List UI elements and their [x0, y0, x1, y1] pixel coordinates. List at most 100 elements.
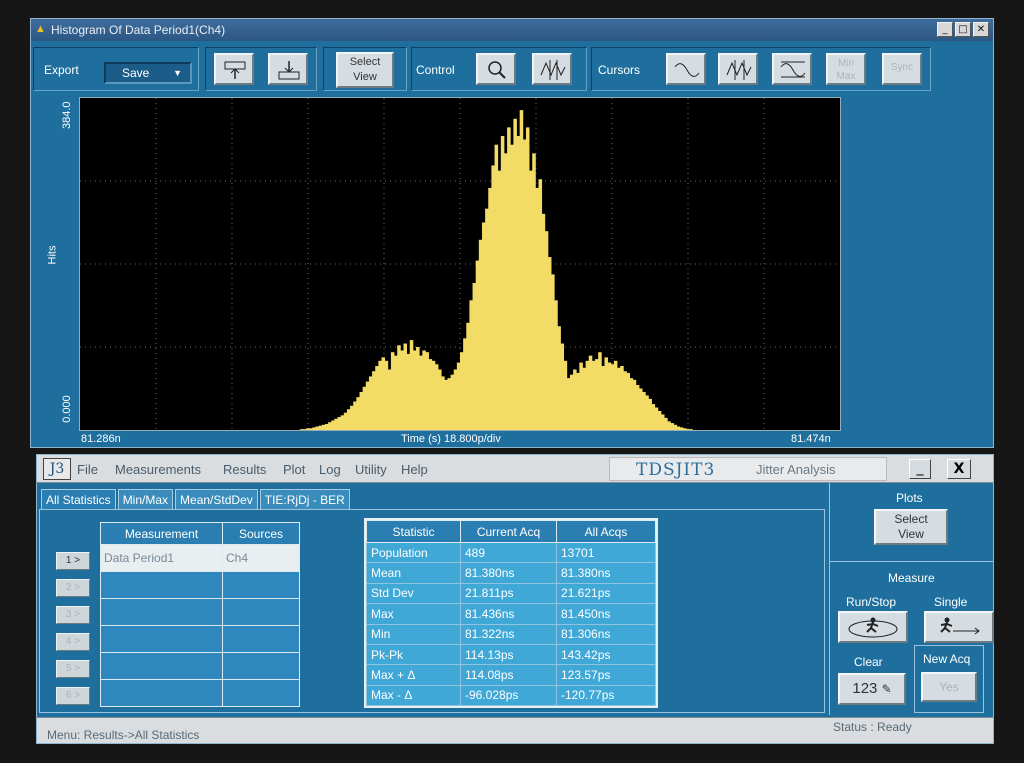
move-down-button[interactable] [268, 53, 308, 85]
menu-log[interactable]: Log [319, 462, 341, 477]
clear-label: Clear [854, 655, 883, 669]
histogram-titlebar[interactable]: ▲ Histogram Of Data Period1(Ch4) _ □ ✕ [31, 19, 993, 41]
histogram-bar [372, 371, 376, 430]
histogram-bar [689, 429, 693, 430]
histogram-bar [375, 366, 379, 430]
histogram-bar [497, 170, 502, 431]
table-row[interactable] [100, 625, 300, 653]
sine-wave-icon [674, 63, 700, 77]
run-stop-button[interactable] [838, 611, 908, 643]
save-dropdown[interactable]: Save ▼ [104, 62, 192, 84]
menu-file[interactable]: File [77, 462, 98, 477]
maximize-button[interactable]: □ [955, 22, 971, 37]
single-button[interactable] [924, 611, 994, 643]
waveform-button[interactable] [532, 53, 572, 85]
row-select-button-3[interactable]: 3 > [56, 606, 90, 624]
minmax-line2: Max [836, 71, 856, 82]
minimize-button[interactable]: _ [937, 22, 953, 37]
statistics-table: Statistic Current Acq All Acqs Populatio… [364, 517, 658, 709]
table-row[interactable] [100, 598, 300, 626]
histogram-bar [626, 372, 630, 430]
histogram-bar [591, 360, 596, 430]
measurement-cell [100, 679, 223, 707]
cursor-vertical-button[interactable] [718, 53, 758, 85]
table-row[interactable] [100, 679, 300, 707]
histogram-bar [648, 398, 652, 431]
clear-button[interactable]: 123 ✎ [838, 673, 906, 705]
arrow-down-icon [278, 61, 300, 80]
table-row[interactable] [100, 652, 300, 680]
measure-label: Measure [888, 571, 935, 585]
menu-plot[interactable]: Plot [283, 462, 305, 477]
tab-min-max[interactable]: Min/Max [117, 489, 174, 509]
single-label: Single [934, 595, 968, 609]
close-button[interactable]: X [947, 459, 971, 479]
histogram-bar [362, 386, 367, 430]
histogram-bar [667, 421, 671, 430]
histogram-bar [563, 360, 568, 430]
minmax-button[interactable]: Min Max [826, 53, 866, 85]
histogram-plot[interactable] [79, 97, 841, 431]
histogram-bar [434, 364, 439, 430]
stat-name: Std Dev [366, 582, 461, 605]
minimize-button[interactable]: _ [909, 459, 931, 479]
cursor-horizontal-button[interactable] [772, 53, 812, 85]
histogram-bar [579, 362, 583, 430]
select-view-button[interactable]: Select View [336, 52, 394, 88]
menu-results[interactable]: Results [223, 462, 266, 477]
close-button[interactable]: ✕ [973, 22, 989, 37]
cursor-wave-button[interactable] [666, 53, 706, 85]
histogram-bar [679, 427, 684, 430]
zoom-button[interactable] [476, 53, 516, 85]
new-acq-yes-button[interactable]: Yes [921, 672, 977, 702]
histogram-bar [673, 424, 678, 430]
stat-name: Min [366, 623, 461, 645]
horizontal-cursor-icon [780, 61, 806, 78]
histogram-bar [660, 414, 665, 430]
sync-label: Sync [890, 62, 914, 73]
stat-name: Max + Δ [366, 664, 461, 686]
tab-mean-stddev[interactable]: Mean/StdDev [175, 489, 258, 509]
stat-row: Mean 81.380ns 81.380ns [366, 562, 656, 584]
minmax-line1: Min [837, 58, 855, 69]
stat-current: 114.08ps [460, 664, 557, 686]
row-select-button-4[interactable]: 4 > [56, 633, 90, 651]
stat-row: Max 81.436ns 81.450ns [366, 603, 656, 625]
measurement-cell [100, 652, 223, 680]
plots-select-view-button[interactable]: Select View [874, 509, 948, 545]
histogram-bar [541, 213, 546, 430]
row-select-button-1[interactable]: 1 > [56, 552, 90, 570]
brand-subtitle: Jitter Analysis [756, 462, 836, 477]
row-select-button-6[interactable]: 6 > [56, 687, 90, 705]
tab-tie-rjdj-ber[interactable]: TIE:RjDj - BER [259, 489, 350, 509]
histogram-bar [312, 427, 316, 430]
control-group: Control [411, 47, 587, 91]
row-select-button-2[interactable]: 2 > [56, 579, 90, 597]
histogram-bar [585, 360, 590, 430]
histogram-bar [456, 362, 461, 430]
sync-button[interactable]: Sync [882, 53, 922, 85]
tab-all-statistics[interactable]: All Statistics [41, 489, 116, 509]
histogram-bar [450, 374, 455, 430]
histogram-bar [425, 352, 429, 430]
row-select-button-5[interactable]: 5 > [56, 660, 90, 678]
histogram-bar [324, 423, 329, 430]
histogram-bar [453, 369, 458, 430]
stat-all: 143.42ps [556, 643, 656, 666]
move-up-button[interactable] [214, 53, 254, 85]
histogram-bar [384, 360, 389, 430]
menu-measurements[interactable]: Measurements [115, 462, 201, 477]
vertical-cursor-icon [726, 60, 752, 80]
table-row[interactable] [100, 571, 300, 599]
histogram-bar [601, 366, 605, 430]
menu-help[interactable]: Help [401, 462, 428, 477]
histogram-bar [617, 367, 621, 430]
table-row[interactable]: Data Period1 Ch4 [100, 544, 300, 572]
histogram-bar [428, 359, 433, 430]
stat-current: 81.436ns [460, 603, 557, 625]
histogram-bar [409, 340, 414, 430]
histogram-bar [607, 362, 612, 430]
jitter-analysis-window: J3 File Measurements Results Plot Log Ut… [36, 454, 994, 744]
new-acq-yes-label: Yes [939, 680, 959, 694]
menu-utility[interactable]: Utility [355, 462, 387, 477]
